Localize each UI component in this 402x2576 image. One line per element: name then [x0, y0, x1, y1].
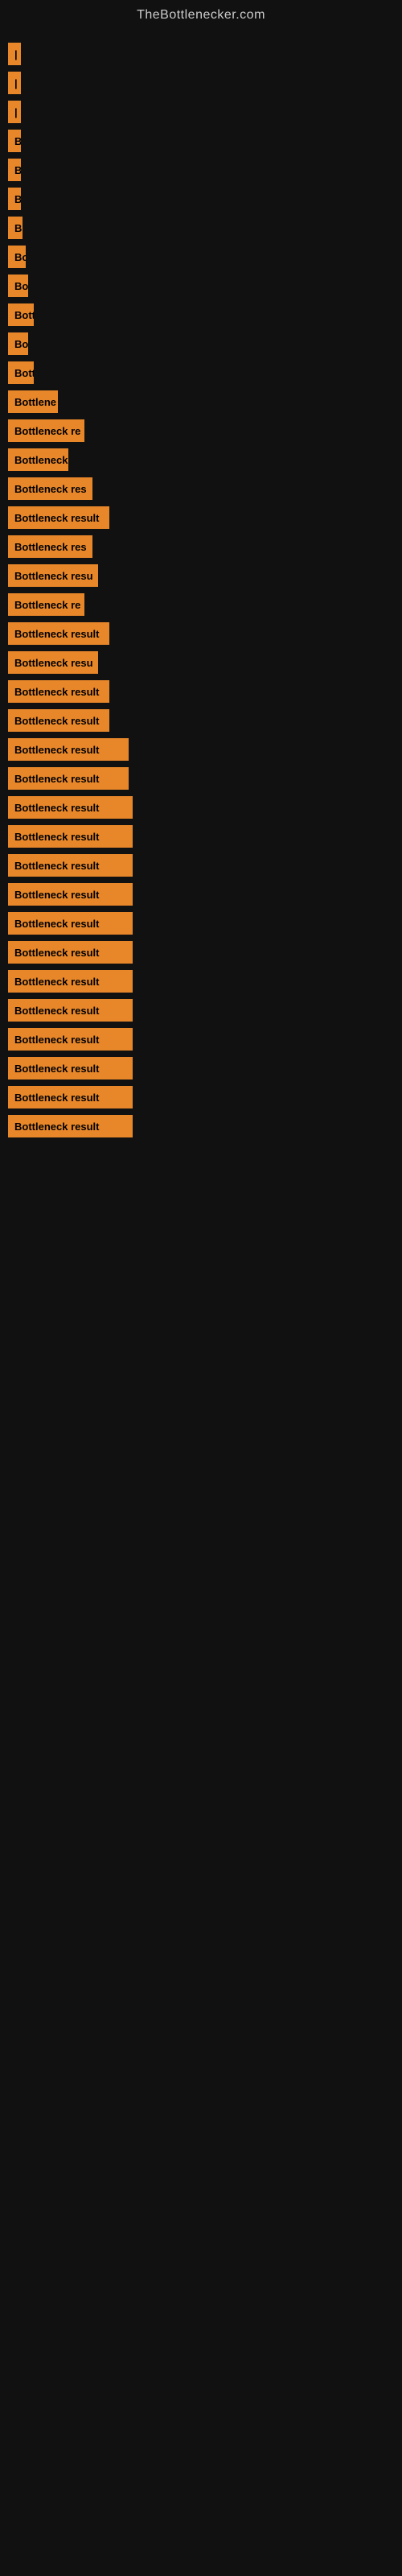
result-row: Bottleneck result [8, 1057, 394, 1080]
result-row: Bottleneck resu [8, 564, 394, 587]
results-container: |||BBBBBoBoBottBoBottBottleneBottleneck … [0, 27, 402, 1160]
result-bar: Bottlene [8, 390, 58, 413]
result-row: Bottleneck result [8, 1115, 394, 1137]
result-row: Bottleneck re [8, 419, 394, 442]
result-row: Bottleneck result [8, 709, 394, 732]
result-row: Bottleneck res [8, 477, 394, 500]
result-row: | [8, 43, 394, 65]
result-bar: Bottleneck result [8, 941, 133, 964]
result-bar: Bottleneck re [8, 419, 84, 442]
result-bar: Bottleneck res [8, 477, 92, 500]
result-bar: | [8, 43, 21, 65]
result-bar: Bottleneck result [8, 970, 133, 993]
result-row: B [8, 217, 394, 239]
result-bar: Bottleneck result [8, 1057, 133, 1080]
result-bar: Bottleneck result [8, 680, 109, 703]
result-row: Bottleneck result [8, 680, 394, 703]
result-bar: B [8, 188, 21, 210]
result-row: Bottleneck [8, 448, 394, 471]
site-title: TheBottlenecker.com [0, 0, 402, 27]
result-bar: | [8, 72, 21, 94]
result-row: Bottleneck res [8, 535, 394, 558]
result-bar: Bottleneck result [8, 506, 109, 529]
result-row: Bottleneck result [8, 1028, 394, 1051]
result-row: Bottleneck result [8, 883, 394, 906]
result-row: | [8, 101, 394, 123]
result-row: Bottleneck result [8, 767, 394, 790]
result-row: Bo [8, 275, 394, 297]
result-bar: B [8, 130, 21, 152]
result-bar: B [8, 217, 23, 239]
result-bar: Bottleneck result [8, 1028, 133, 1051]
result-row: Bottleneck result [8, 506, 394, 529]
result-row: Bottleneck result [8, 1086, 394, 1108]
result-row: Bottleneck re [8, 593, 394, 616]
result-bar: Bo [8, 275, 28, 297]
result-bar: Bottleneck result [8, 999, 133, 1022]
result-row: B [8, 159, 394, 181]
result-row: Bo [8, 246, 394, 268]
result-bar: Bottleneck resu [8, 564, 98, 587]
result-bar: Bo [8, 332, 28, 355]
result-row: Bottlene [8, 390, 394, 413]
result-row: Bottleneck resu [8, 651, 394, 674]
result-row: Bottleneck result [8, 622, 394, 645]
result-row: B [8, 130, 394, 152]
result-row: Bottleneck result [8, 941, 394, 964]
result-row: Bottleneck result [8, 912, 394, 935]
result-row: | [8, 72, 394, 94]
result-row: Bottleneck result [8, 970, 394, 993]
result-row: Bottleneck result [8, 796, 394, 819]
result-bar: Bottleneck result [8, 1115, 133, 1137]
result-row: Bottleneck result [8, 825, 394, 848]
result-bar: Bottleneck resu [8, 651, 98, 674]
result-bar: Bottleneck result [8, 912, 133, 935]
result-bar: Bottleneck result [8, 1086, 133, 1108]
result-bar: Bottleneck result [8, 854, 133, 877]
result-bar: Bottleneck result [8, 883, 133, 906]
result-bar: Bottleneck [8, 448, 68, 471]
result-bar: | [8, 101, 21, 123]
result-bar: Bottleneck result [8, 738, 129, 761]
site-title-container: TheBottlenecker.com [0, 0, 402, 27]
result-row: Bottleneck result [8, 738, 394, 761]
result-row: Bott [8, 303, 394, 326]
result-bar: Bottleneck re [8, 593, 84, 616]
result-bar: Bottleneck res [8, 535, 92, 558]
result-bar: Bottleneck result [8, 709, 109, 732]
result-bar: Bottleneck result [8, 796, 133, 819]
result-bar: B [8, 159, 21, 181]
result-row: Bottleneck result [8, 854, 394, 877]
result-bar: Bott [8, 303, 34, 326]
result-row: Bo [8, 332, 394, 355]
result-row: Bottleneck result [8, 999, 394, 1022]
result-bar: Bottleneck result [8, 767, 129, 790]
result-bar: Bott [8, 361, 34, 384]
result-bar: Bottleneck result [8, 825, 133, 848]
result-row: B [8, 188, 394, 210]
result-bar: Bottleneck result [8, 622, 109, 645]
result-bar: Bo [8, 246, 26, 268]
result-row: Bott [8, 361, 394, 384]
